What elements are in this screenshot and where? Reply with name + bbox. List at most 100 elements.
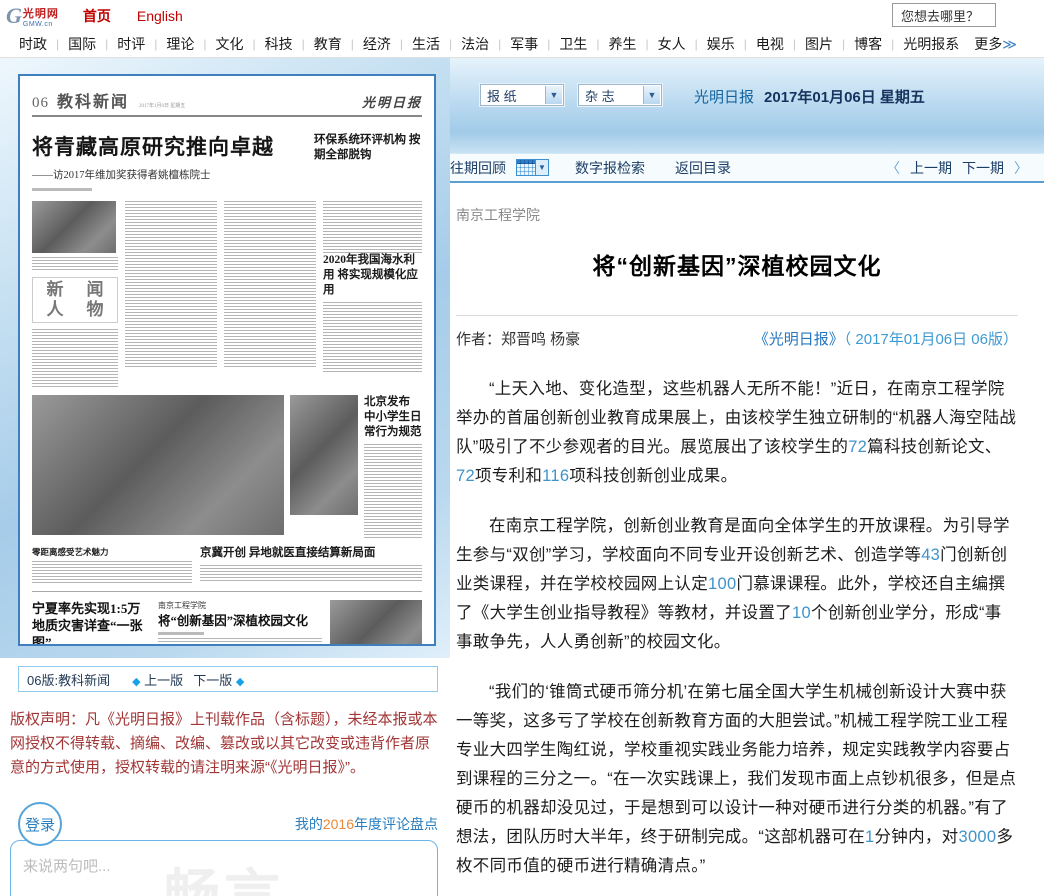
top-header: G 光明网 GMW.cn 首页 English (0, 0, 1044, 30)
nav-item-15[interactable]: 电视 (747, 34, 793, 54)
next-page-link[interactable]: 下一版 ◆ (193, 670, 244, 689)
search-input[interactable] (892, 3, 996, 27)
newsprint-column: 新闻人物 (32, 201, 118, 387)
nav-item-13[interactable]: 女人 (649, 34, 695, 54)
nav-item-16[interactable]: 图片 (796, 34, 842, 54)
article-paragraph-1: “上天入地、变化造型，这些机器人无所不能！”近日，在南京工程学院举办的首届创新创… (456, 375, 1018, 491)
yearly-review-link[interactable]: 我的2016年度评论盘点 (295, 814, 438, 834)
nav-item-11[interactable]: 卫生 (550, 34, 596, 54)
main-nav-items: 时政|国际|时评|理论|文化|科技|教育|经济|生活|法治|军事|卫生|养生|女… (10, 34, 968, 54)
nav-item-9[interactable]: 法治 (452, 34, 498, 54)
nav-item-12[interactable]: 养生 (600, 34, 646, 54)
next-diamond-icon: ◆ (236, 676, 244, 688)
issue-date: 2017年01月06日 星期五 (764, 86, 925, 107)
nav-item-6[interactable]: 教育 (305, 34, 351, 54)
nav-item-10[interactable]: 军事 (501, 34, 547, 54)
right-column: 报 纸 ▼ 杂 志 ▼ 光明日报 2017年01月06日 星期五 往期回顾 ▼ … (450, 58, 1044, 896)
calendar-dropdown-icon: ▼ (536, 159, 549, 176)
nav-item-1[interactable]: 国际 (59, 34, 105, 54)
login-button[interactable]: 登录 (18, 802, 62, 846)
more-arrows-icon: ≫ (1002, 36, 1017, 52)
paper-bottom-byline (158, 632, 204, 635)
logo-g-glyph: G (6, 5, 22, 27)
calendar-icon (516, 159, 536, 176)
paper-lead-headline: 将青藏高原研究推向卓越 (32, 131, 304, 161)
issue-brand-link[interactable]: 光明日报 (694, 86, 754, 107)
paper-column-label: 新闻人物 (32, 277, 118, 323)
comment-input[interactable] (11, 841, 437, 896)
page-navigation-bar: 06版:教科新闻 ◆ 上一版 下一版 ◆ (18, 666, 438, 692)
paper-photo-scientist (32, 201, 116, 253)
article-kicker: 南京工程学院 (456, 205, 1018, 225)
next-issue-link[interactable]: 下一期 (962, 158, 1004, 178)
nav-item-more[interactable]: 更多≫ (968, 34, 1023, 54)
paper-lead-subhead: ——访2017年维加奖获得者姚檀栋院士 (32, 167, 304, 182)
article-title: 将“创新基因”深植校园文化 (456, 247, 1018, 281)
paper-bottom-left-headline: 宁夏率先实现1:5万 地质灾害详查“一张图” (32, 600, 150, 646)
angle-right-icon: 〉 (1014, 158, 1028, 178)
prev-page-link[interactable]: ◆ 上一版 (132, 670, 183, 689)
back-to-toc-link[interactable]: 返回目录 (675, 158, 731, 178)
comment-box: 畅言 (10, 840, 438, 896)
source-date: （ 2017年01月06日 06版） (844, 331, 1018, 348)
paper-page-number: 06 (32, 95, 49, 112)
select-arrow-icon: ▼ (545, 86, 562, 104)
paper-side-headline-2: 2020年我国海水利用 将实现规模化应用 (323, 253, 422, 298)
angle-left-icon: 〈 (886, 158, 900, 178)
newsprint-column: 2020年我国海水利用 将实现规模化应用 (323, 201, 422, 387)
paper-section-name: 教科新闻 (57, 88, 129, 112)
paper-side-headline-3: 北京发布 中小学生日常行为规范 (364, 395, 422, 440)
magazine-select[interactable]: 杂 志 ▼ (578, 84, 662, 106)
nav-item-18[interactable]: 光明报系 (894, 34, 968, 54)
newsprint-column (224, 201, 316, 387)
nav-item-5[interactable]: 科技 (256, 34, 302, 54)
paper-side-headline-1: 环保系统环评机构 按期全部脱钩 (314, 133, 422, 163)
paper-select[interactable]: 报 纸 ▼ (480, 84, 564, 106)
paper-masthead-date: 2017年1月6日 星期五 (139, 102, 185, 109)
english-link[interactable]: English (137, 8, 183, 24)
calendar-picker[interactable]: ▼ (516, 159, 549, 176)
paper-preview-background: 06 教科新闻 2017年1月6日 星期五 光明日报 将青藏高原研究推向卓越 —… (0, 58, 450, 658)
logo-cn-text: 光明网 (23, 5, 59, 21)
digital-search-link[interactable]: 数字报检索 (575, 158, 645, 178)
paper-bottom-headline: 将“创新基因”深植校园文化 (158, 613, 322, 629)
nav-item-17[interactable]: 博客 (845, 34, 891, 54)
article-paragraph-2: 在南京工程学院，创新创业教育是面向全体学生的开放课程。为引导学生参与“双创”学习… (456, 512, 1018, 657)
issue-toolbar: 往期回顾 ▼ 数字报检索 返回目录 〈 上一期 下一期 〉 (450, 153, 1044, 183)
nav-item-3[interactable]: 理论 (157, 34, 203, 54)
page-bar-label: 06版:教科新闻 (27, 670, 110, 689)
select-arrow-icon: ▼ (643, 86, 660, 104)
article-body: “上天入地、变化造型，这些机器人无所不能！”近日，在南京工程学院举办的首届创新创… (456, 375, 1018, 896)
source-brand-link[interactable]: 《光明日报》 (754, 331, 844, 348)
logo-en-text: GMW.cn (23, 21, 59, 28)
nav-item-7[interactable]: 经济 (354, 34, 400, 54)
nav-item-14[interactable]: 娱乐 (698, 34, 744, 54)
copyright-notice: 版权声明：凡《光明日报》上刊载作品（含标题），未经本报或本网授权不得转载、摘编、… (10, 708, 438, 780)
home-link[interactable]: 首页 (83, 6, 111, 26)
newsprint-column (125, 201, 217, 387)
nav-item-4[interactable]: 文化 (207, 34, 253, 54)
article-paragraph-3: “我们的‘锥筒式硬币筛分机’在第七届全国大学生机械创新设计大赛中获一等奖，这多亏… (456, 678, 1018, 881)
past-issues-link[interactable]: 往期回顾 (450, 158, 506, 178)
paper-photo-puppet (290, 395, 358, 515)
paper-bottom-kicker: 南京工程学院 (158, 600, 322, 611)
newspaper-page-preview[interactable]: 06 教科新闻 2017年1月6日 星期五 光明日报 将青藏高原研究推向卓越 —… (18, 74, 436, 646)
gmw-logo[interactable]: G 光明网 GMW.cn (6, 5, 59, 28)
nav-item-0[interactable]: 时政 (10, 34, 56, 54)
main-nav: 时政|国际|时评|理论|文化|科技|教育|经济|生活|法治|军事|卫生|养生|女… (0, 30, 1044, 58)
paper-photo-caption: 零距离感受艺术魅力 (32, 546, 192, 558)
prev-diamond-icon: ◆ (132, 676, 140, 688)
prev-issue-link[interactable]: 上一期 (910, 158, 952, 178)
article: 南京工程学院 将“创新基因”深植校园文化 作者：郑晋鸣 杨豪 《光明日报》（ 2… (450, 183, 1044, 896)
article-source: 《光明日报》（ 2017年01月06日 06版） (754, 328, 1018, 349)
issue-banner: 报 纸 ▼ 杂 志 ▼ 光明日报 2017年01月06日 星期五 (450, 58, 1044, 153)
paper-brand: 光明日报 (362, 92, 422, 111)
paper-photo-chimes (32, 395, 284, 535)
article-author: 作者：郑晋鸣 杨豪 (456, 328, 580, 349)
paper-lead-byline (32, 188, 92, 191)
left-column: 06 教科新闻 2017年1月6日 星期五 光明日报 将青藏高原研究推向卓越 —… (0, 58, 450, 896)
nav-item-8[interactable]: 生活 (403, 34, 449, 54)
paper-side-headline-4: 京冀开创 异地就医直接结算新局面 (200, 546, 422, 561)
paper-photo-students (330, 600, 422, 646)
nav-item-2[interactable]: 时评 (108, 34, 154, 54)
